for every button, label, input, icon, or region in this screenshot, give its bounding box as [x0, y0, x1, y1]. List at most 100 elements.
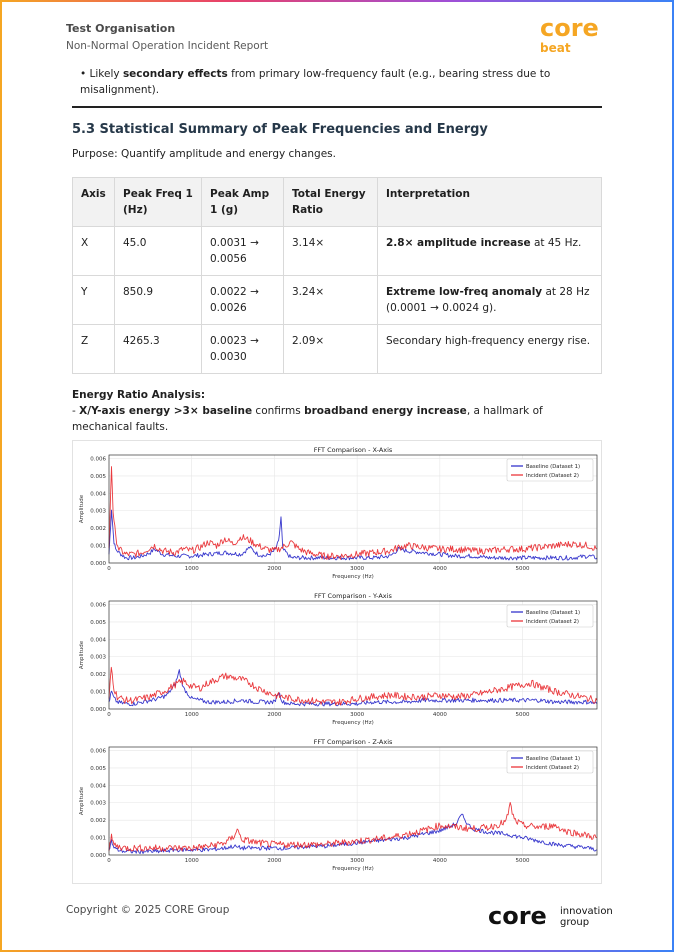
chart-title: FFT Comparison - Y-Axis	[314, 592, 392, 600]
page-header: Test Organisation Non-Normal Operation I…	[66, 22, 268, 52]
table-header-row: Axis Peak Freq 1 (Hz) Peak Amp 1 (g) Tot…	[72, 177, 602, 227]
y-tick-label: 0.002	[90, 672, 106, 678]
fft-charts-figure: FFT Comparison - X-Axis 0.000 0.001 0.002 0.…	[72, 440, 602, 884]
peak-summary-table: Axis Peak Freq 1 (Hz) Peak Amp 1 (g) Tot…	[72, 177, 602, 374]
energy-heading: Energy Ratio Analysis:	[72, 389, 206, 401]
y-tick-label: 0.001	[90, 544, 106, 550]
y-tick-label: 0.004	[90, 783, 106, 789]
y-tick-label: 0.001	[90, 836, 106, 842]
y-tick-label: 0.006	[90, 748, 106, 754]
x-axis-label: Frequency (Hz)	[332, 574, 373, 580]
svg-text:innovation: innovation	[560, 906, 613, 917]
legend-label: Incident (Dataset 2)	[526, 765, 579, 771]
x-tick-label: 3000	[350, 858, 364, 864]
y-axis-label: Amplitude	[79, 494, 85, 523]
x-tick-label: 3000	[350, 712, 364, 718]
y-tick-label: 0.004	[90, 491, 106, 497]
column-header: Peak Freq 1 (Hz)	[114, 177, 202, 227]
y-tick-label: 0.000	[90, 561, 106, 567]
organisation-name: Test Organisation	[66, 22, 176, 35]
svg-text:beat: beat	[540, 41, 571, 54]
y-tick-label: 0.003	[90, 655, 106, 661]
legend-label: Incident (Dataset 2)	[526, 619, 579, 625]
x-tick-label: 4000	[433, 712, 447, 718]
axis-cell: X	[72, 226, 115, 276]
x-tick-label: 5000	[516, 566, 530, 572]
svg-text:group: group	[560, 917, 589, 928]
column-header: Peak Amp 1 (g)	[201, 177, 284, 227]
x-tick-label: 5000	[516, 712, 530, 718]
legend-label: Incident (Dataset 2)	[526, 473, 579, 479]
y-tick-label: 0.001	[90, 690, 106, 696]
amp-cell: 0.0022 → 0.0026	[201, 275, 284, 325]
freq-cell: 850.9	[114, 275, 202, 325]
column-header: Total Energy Ratio	[283, 177, 378, 227]
table-row: X 45.0 0.0031 → 0.0056 3.14× 2.8× amplit…	[72, 226, 602, 276]
amp-cell: 0.0023 → 0.0030	[201, 324, 284, 374]
y-tick-label: 0.004	[90, 637, 106, 643]
table-row: Y 850.9 0.0022 → 0.0026 3.24× Extreme lo…	[72, 275, 602, 325]
section-divider	[72, 106, 602, 108]
y-tick-label: 0.000	[90, 707, 106, 713]
chart-title: FFT Comparison - X-Axis	[314, 446, 393, 454]
column-header: Axis	[72, 177, 115, 227]
interpretation-cell: Secondary high-frequency energy rise.	[377, 324, 602, 374]
ratio-cell: 3.14×	[283, 226, 378, 276]
legend-label: Baseline (Dataset 1)	[526, 610, 580, 616]
amp-cell: 0.0031 → 0.0056	[201, 226, 284, 276]
y-tick-label: 0.005	[90, 474, 106, 480]
ratio-cell: 3.24×	[283, 275, 378, 325]
y-tick-label: 0.002	[90, 526, 106, 532]
document-title: Non-Normal Operation Incident Report	[66, 40, 269, 52]
freq-cell: 4265.3	[114, 324, 202, 374]
x-tick-label: 1000	[185, 712, 199, 718]
x-tick-label: 2000	[267, 858, 281, 864]
y-axis-label: Amplitude	[79, 786, 85, 815]
x-tick-label: 4000	[433, 566, 447, 572]
fft-charts-svg: FFT Comparison - X-Axis 0.000 0.001 0.002 0.…	[79, 446, 598, 872]
table-row: Z 4265.3 0.0023 → 0.0030 2.09× Secondary…	[72, 324, 602, 374]
x-tick-label: 2000	[267, 566, 281, 572]
x-tick-label: 1000	[185, 566, 199, 572]
section-purpose: Purpose: Quantify amplitude and energy c…	[72, 148, 336, 160]
x-axis-label: Frequency (Hz)	[332, 866, 373, 872]
chart-title: FFT Comparison - Z-Axis	[314, 738, 393, 746]
axis-cell: Y	[72, 275, 115, 325]
section-title: 5.3 Statistical Summary of Peak Frequenc…	[72, 122, 488, 137]
y-tick-label: 0.002	[90, 818, 106, 824]
secondary-effects-bullet: • Likely secondary effects from primary …	[80, 68, 551, 96]
energy-text: - X/Y-axis energy >3× baseline confirms …	[72, 405, 543, 433]
y-tick-label: 0.005	[90, 620, 106, 626]
x-tick-label: 0	[107, 712, 111, 718]
axis-cell: Z	[72, 324, 115, 374]
y-tick-label: 0.005	[90, 766, 106, 772]
y-tick-label: 0.003	[90, 509, 106, 515]
footer-copyright: Copyright © 2025 CORE Group	[66, 904, 230, 916]
y-tick-label: 0.006	[90, 456, 106, 462]
x-axis-label: Frequency (Hz)	[332, 720, 373, 726]
x-tick-label: 2000	[267, 712, 281, 718]
y-axis-label: Amplitude	[79, 640, 85, 669]
x-tick-label: 5000	[516, 858, 530, 864]
ratio-cell: 2.09×	[283, 324, 378, 374]
legend-label: Baseline (Dataset 1)	[526, 756, 580, 762]
freq-cell: 45.0	[114, 226, 202, 276]
core-innovation-group-logo: core innovation group	[488, 902, 613, 930]
legend-label: Baseline (Dataset 1)	[526, 464, 580, 470]
y-tick-label: 0.000	[90, 853, 106, 859]
energy-ratio-analysis: Energy Ratio Analysis: - X/Y-axis energy…	[72, 387, 602, 435]
x-tick-label: 1000	[185, 858, 199, 864]
series-line-baseline	[108, 509, 598, 561]
core-beat-logo: core beat	[540, 14, 599, 54]
x-tick-label: 0	[107, 566, 111, 572]
y-tick-label: 0.006	[90, 602, 106, 608]
svg-text:core: core	[488, 902, 547, 930]
y-tick-label: 0.003	[90, 801, 106, 807]
column-header: Interpretation	[377, 177, 602, 227]
x-tick-label: 4000	[433, 858, 447, 864]
svg-text:core: core	[540, 14, 599, 42]
x-tick-label: 3000	[350, 566, 364, 572]
interpretation-cell: 2.8× amplitude increase at 45 Hz.	[377, 226, 602, 276]
x-tick-label: 0	[107, 858, 111, 864]
interpretation-cell: Extreme low-freq anomaly at 28 Hz (0.000…	[377, 275, 602, 325]
